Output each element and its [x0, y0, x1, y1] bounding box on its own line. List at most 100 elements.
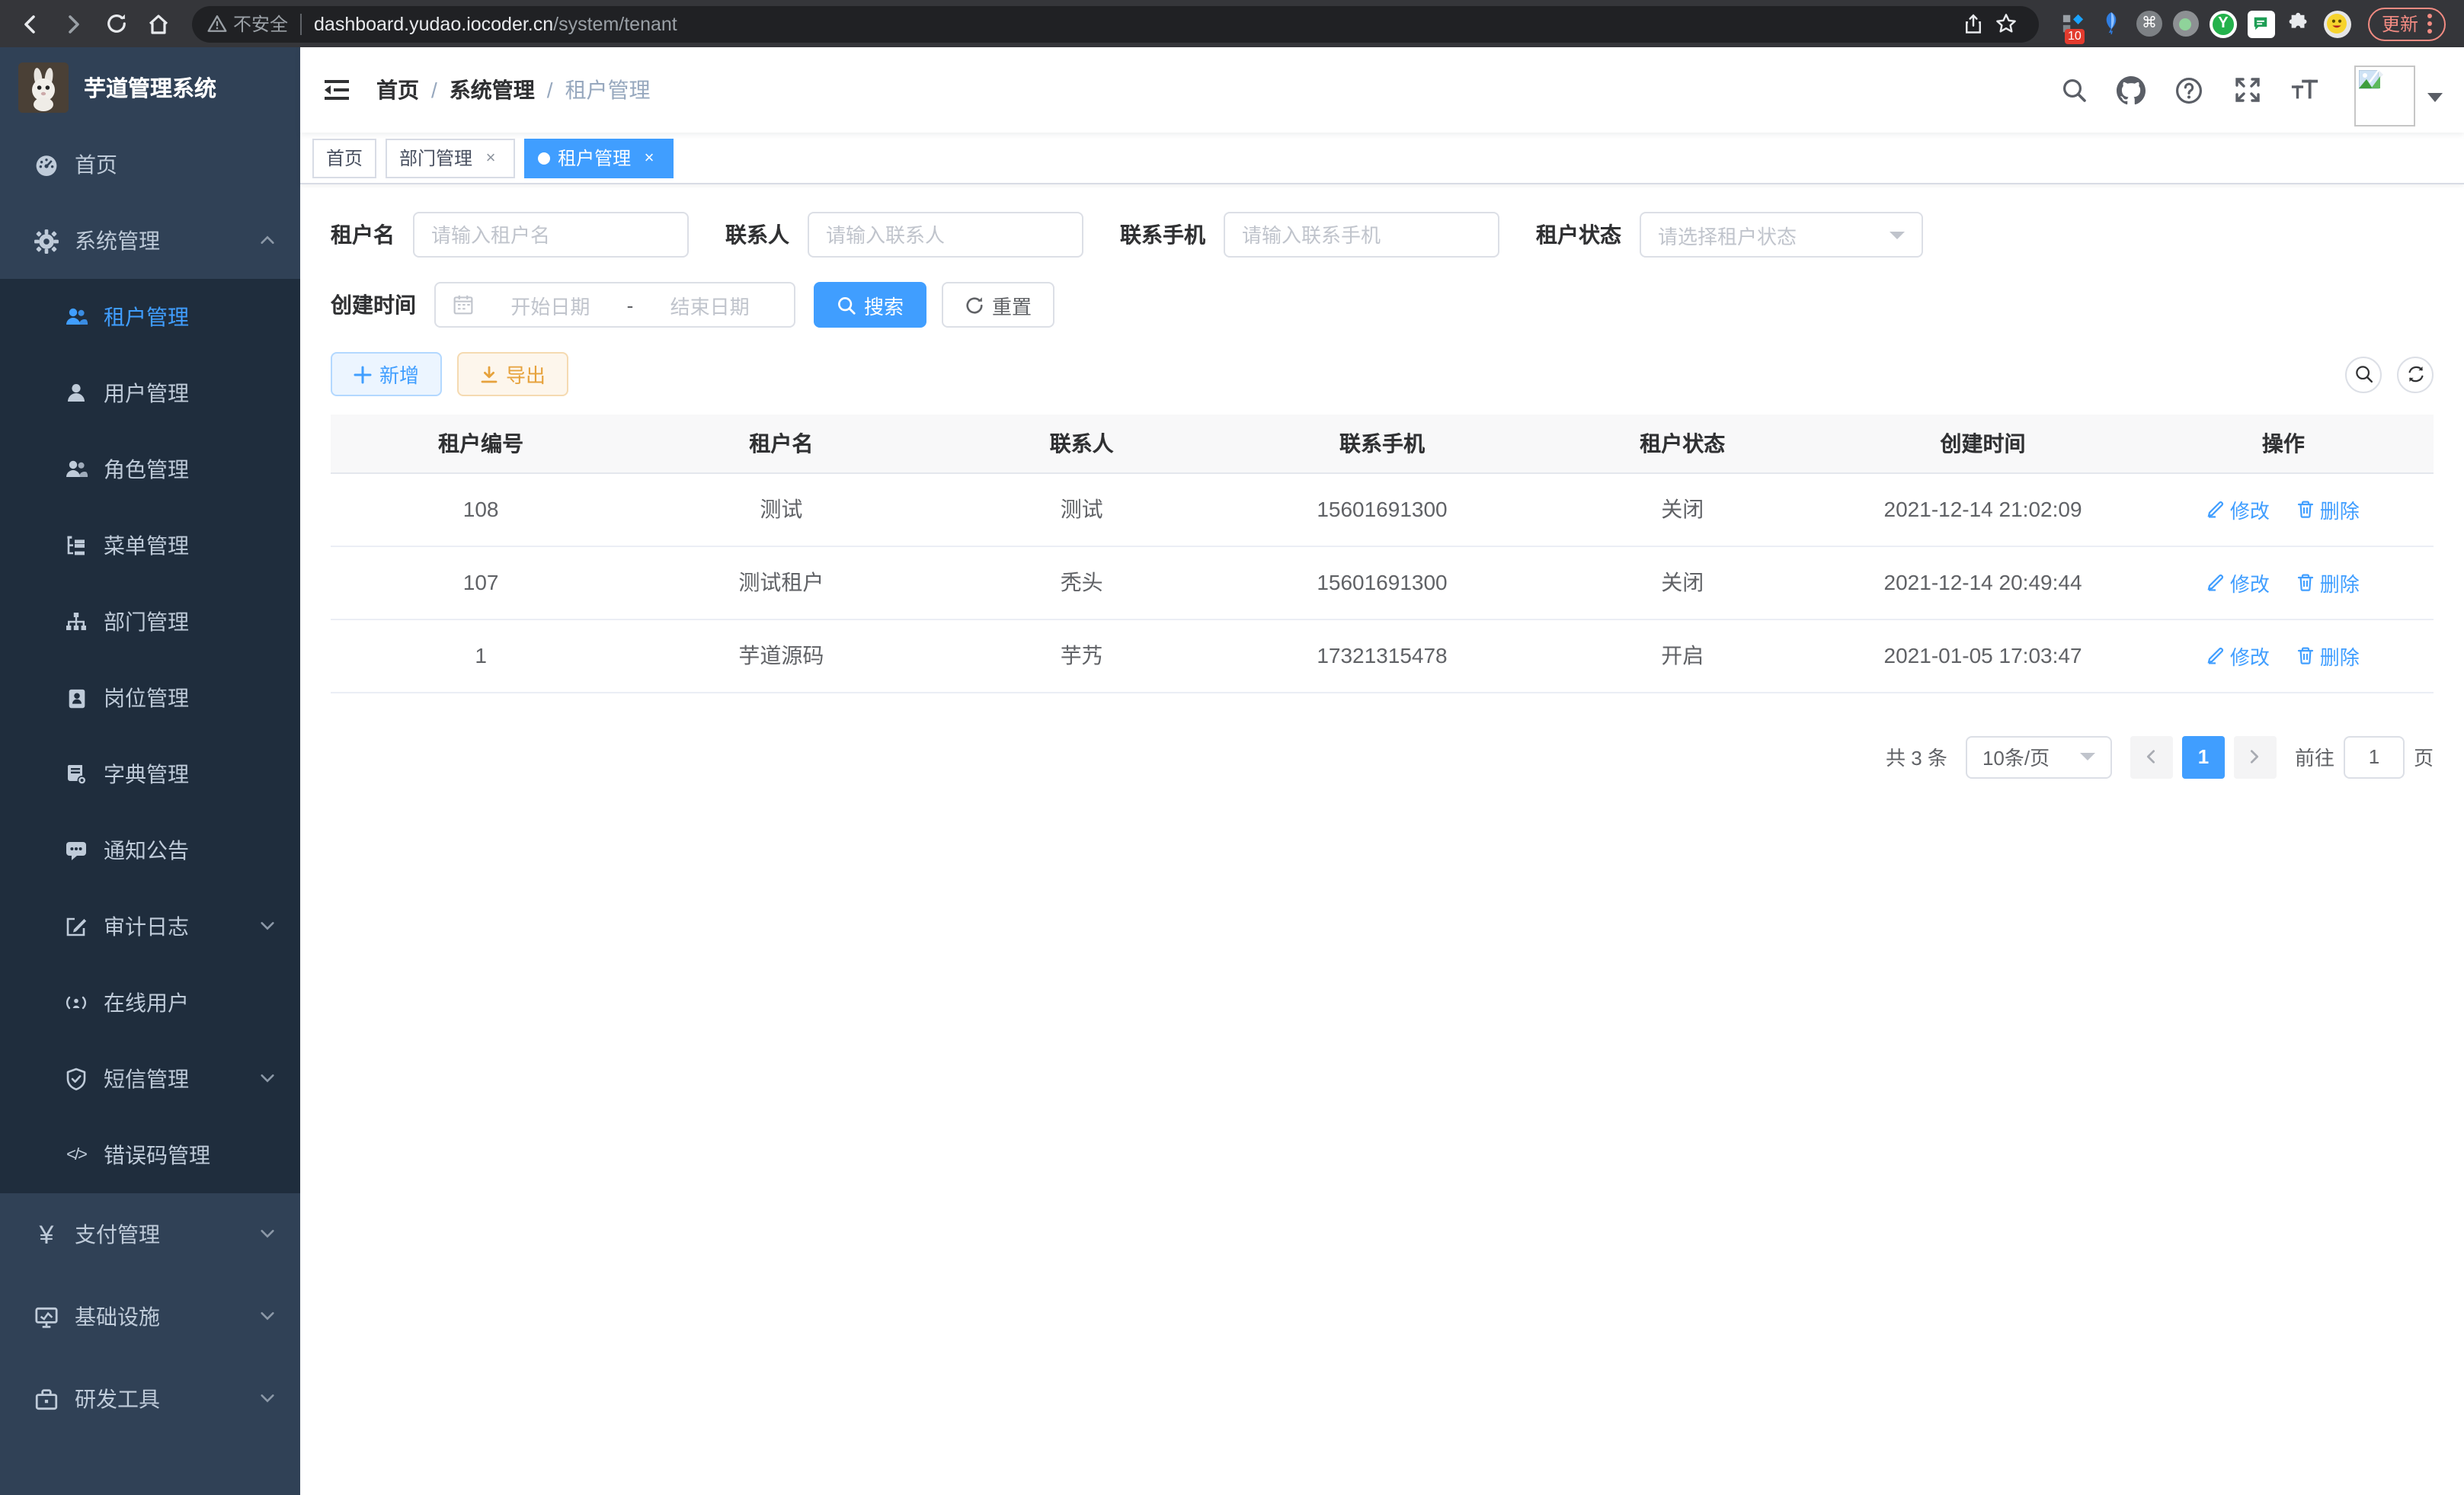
forward-icon[interactable]	[55, 5, 91, 42]
security-label: 不安全	[233, 11, 288, 37]
share-icon[interactable]	[1957, 7, 1990, 40]
search-icon[interactable]	[2059, 75, 2088, 104]
sidebar-item-error-code[interactable]: </> 错误码管理	[0, 1117, 300, 1193]
browser-menu-icon[interactable]	[2427, 14, 2432, 34]
sidebar-item-system[interactable]: 系统管理	[0, 203, 300, 279]
extension-kite-icon[interactable]	[2098, 10, 2126, 37]
contact-input[interactable]	[826, 223, 1065, 246]
search-button[interactable]: 搜索	[814, 282, 926, 328]
status-select[interactable]: 请选择租户状态	[1640, 212, 1923, 258]
help-icon[interactable]	[2174, 75, 2203, 104]
page-size-select[interactable]: 10条/页	[1966, 735, 2112, 778]
url-path: /system/tenant	[553, 13, 677, 34]
goto-page-input[interactable]	[2344, 735, 2405, 778]
tab-tenant[interactable]: 租户管理 ×	[524, 138, 674, 178]
breadcrumb-current: 租户管理	[565, 75, 651, 105]
fullscreen-icon[interactable]	[2232, 75, 2261, 104]
app-logo-row[interactable]: 芋道管理系统	[0, 47, 300, 126]
add-button[interactable]: 新增	[331, 352, 442, 396]
sidebar-item-infra[interactable]: 基础设施	[0, 1276, 300, 1358]
close-icon[interactable]: ×	[480, 147, 501, 168]
shield-check-icon	[64, 1067, 88, 1091]
back-icon[interactable]	[12, 5, 49, 42]
bookmark-star-icon[interactable]	[1990, 7, 2024, 40]
sidebar-item-home[interactable]: 首页	[0, 126, 300, 203]
divider	[300, 13, 302, 34]
sidebar-item-notice[interactable]: 通知公告	[0, 812, 300, 888]
chrome-update-button[interactable]: 更新	[2368, 7, 2446, 40]
sidebar-item-tenant[interactable]: 租户管理	[0, 279, 300, 355]
close-icon[interactable]: ×	[638, 147, 660, 168]
refresh-table-button[interactable]	[2397, 356, 2434, 392]
profile-avatar-icon[interactable]	[2324, 10, 2351, 37]
goto-label: 前往	[2295, 742, 2334, 771]
sidebar-item-label: 系统管理	[75, 226, 160, 256]
extension-y-icon[interactable]: Y	[2210, 10, 2237, 37]
chevron-down-icon	[2080, 753, 2095, 760]
tab-dept[interactable]: 部门管理 ×	[386, 138, 515, 178]
export-button[interactable]: 导出	[457, 352, 568, 396]
active-dot	[538, 152, 550, 164]
sidebar-collapse-icon[interactable]	[322, 73, 355, 107]
date-range-picker[interactable]: 开始日期 - 结束日期	[434, 282, 795, 328]
breadcrumb-home[interactable]: 首页	[376, 75, 419, 105]
prev-page-button[interactable]	[2130, 735, 2173, 778]
reset-button[interactable]: 重置	[942, 282, 1054, 328]
font-size-icon[interactable]	[2290, 75, 2319, 104]
monitor-icon	[34, 1304, 59, 1330]
extension-dot-icon[interactable]	[2173, 11, 2199, 37]
breadcrumb-system[interactable]: 系统管理	[450, 75, 535, 105]
edit-link[interactable]: 修改	[2207, 568, 2270, 597]
col-mobile: 联系手机	[1232, 415, 1532, 472]
table-header-row: 租户编号 租户名 联系人 联系手机 租户状态 创建时间 操作	[331, 415, 2434, 472]
sidebar-item-label: 通知公告	[104, 835, 189, 866]
delete-link[interactable]: 删除	[2297, 495, 2360, 523]
tenant-name-input[interactable]	[431, 223, 670, 246]
browser-toolbar: 不安全 dashboard.yudao.iocoder.cn /system/t…	[0, 0, 2464, 47]
next-page-button[interactable]	[2234, 735, 2277, 778]
sidebar-item-role[interactable]: 角色管理	[0, 431, 300, 507]
delete-link[interactable]: 删除	[2297, 641, 2360, 670]
not-secure-warning[interactable]: 不安全	[207, 11, 288, 37]
sidebar-item-menu[interactable]: 菜单管理	[0, 507, 300, 584]
extension-grid-icon[interactable]: 10	[2060, 10, 2088, 37]
github-icon[interactable]	[2117, 75, 2146, 104]
tenant-table: 租户编号 租户名 联系人 联系手机 租户状态 创建时间 操作 108 测试	[331, 415, 2434, 693]
reload-icon[interactable]	[98, 5, 134, 42]
app-title: 芋道管理系统	[84, 71, 216, 103]
chevron-down-icon	[259, 1222, 276, 1247]
sidebar-item-dev-tools[interactable]: 研发工具	[0, 1358, 300, 1440]
id-badge-icon	[64, 686, 88, 710]
tab-home[interactable]: 首页	[312, 138, 376, 178]
home-icon[interactable]	[140, 5, 177, 42]
top-navbar: 首页 / 系统管理 / 租户管理	[300, 47, 2464, 133]
extensions-puzzle-icon[interactable]	[2286, 10, 2313, 37]
edit-link[interactable]: 修改	[2207, 641, 2270, 670]
col-status: 租户状态	[1532, 415, 1832, 472]
extension-chat-icon[interactable]	[2248, 10, 2275, 37]
sidebar-item-label: 短信管理	[104, 1064, 189, 1094]
mobile-input[interactable]	[1242, 223, 1481, 246]
message-icon	[64, 838, 88, 863]
sidebar-item-audit-log[interactable]: 审计日志	[0, 888, 300, 965]
extensions-area: 10 ⌘ Y 更新	[2054, 7, 2452, 40]
sidebar-item-dict[interactable]: 字典管理	[0, 736, 300, 812]
code-icon: </>	[64, 1143, 88, 1167]
sidebar-item-dept[interactable]: 部门管理	[0, 584, 300, 660]
calendar-icon	[453, 294, 474, 315]
sidebar-item-user[interactable]: 用户管理	[0, 355, 300, 431]
address-bar[interactable]: 不安全 dashboard.yudao.iocoder.cn /system/t…	[192, 5, 2039, 42]
sidebar-item-sms[interactable]: 短信管理	[0, 1041, 300, 1117]
sidebar-item-label: 审计日志	[104, 911, 189, 942]
sidebar-item-post[interactable]: 岗位管理	[0, 660, 300, 736]
delete-link[interactable]: 删除	[2297, 568, 2360, 597]
download-icon	[480, 365, 498, 383]
page-number-1[interactable]: 1	[2182, 735, 2225, 778]
edit-link[interactable]: 修改	[2207, 495, 2270, 523]
sidebar-item-online-users[interactable]: 在线用户	[0, 965, 300, 1041]
search-icon	[837, 295, 856, 315]
sidebar-item-pay[interactable]: ¥ 支付管理	[0, 1193, 300, 1276]
show-search-toggle-button[interactable]	[2345, 356, 2382, 392]
user-avatar-menu[interactable]	[2354, 53, 2443, 126]
extension-command-icon[interactable]: ⌘	[2136, 11, 2162, 37]
